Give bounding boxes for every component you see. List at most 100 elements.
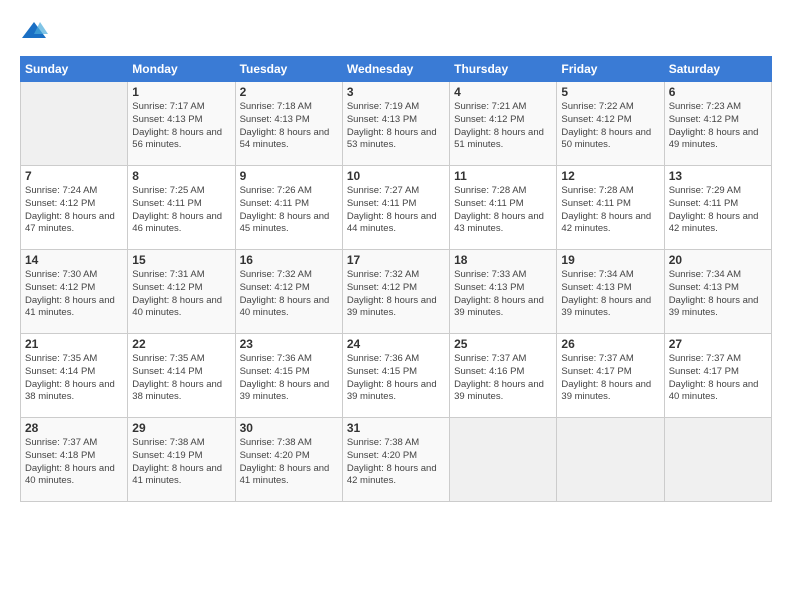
day-info: Sunrise: 7:18 AMSunset: 4:13 PMDaylight:… [240,101,338,152]
day-cell: 28 Sunrise: 7:37 AMSunset: 4:18 PMDayligh… [21,418,128,502]
day-cell: 3 Sunrise: 7:19 AMSunset: 4:13 PMDaylight… [342,82,449,166]
day-cell: 24Sunrise: 7:36 AMSunset: 4:15 PMDayligh… [342,334,449,418]
day-info: Sunrise: 7:25 AMSunset: 4:11 PMDaylight:… [132,185,230,236]
day-cell: 10 Sunrise: 7:27 AMSunset: 4:11 PMDayligh… [342,166,449,250]
day-info: Sunrise: 7:28 AMSunset: 4:11 PMDaylight:… [454,185,552,236]
day-number: 16 [240,253,338,267]
weekday-header-sunday: Sunday [21,57,128,82]
day-cell: 18 Sunrise: 7:33 AMSunset: 4:13 PMDayligh… [450,250,557,334]
day-number: 19 [561,253,659,267]
weekday-header-saturday: Saturday [664,57,771,82]
day-number: 8 [132,169,230,183]
day-info: Sunrise: 7:36 AMSunset: 4:15 PMDaylight:… [347,353,445,404]
day-info: Sunrise: 7:37 AMSunset: 4:17 PMDaylight:… [561,353,659,404]
week-row-4: 21 Sunrise: 7:35 AMSunset: 4:14 PMDayligh… [21,334,772,418]
day-info: Sunrise: 7:21 AMSunset: 4:12 PMDaylight:… [454,101,552,152]
day-number: 10 [347,169,445,183]
day-cell: 14 Sunrise: 7:30 AMSunset: 4:12 PMDayligh… [21,250,128,334]
day-info: Sunrise: 7:23 AMSunset: 4:12 PMDaylight:… [669,101,767,152]
day-number: 3 [347,85,445,99]
day-cell: 4 Sunrise: 7:21 AMSunset: 4:12 PMDaylight… [450,82,557,166]
day-number: 22 [132,337,230,351]
weekday-header-monday: Monday [128,57,235,82]
day-info: Sunrise: 7:38 AMSunset: 4:20 PMDaylight:… [347,437,445,488]
weekday-header-wednesday: Wednesday [342,57,449,82]
day-cell [557,418,664,502]
day-cell: 7Sunrise: 7:24 AMSunset: 4:12 PMDaylight… [21,166,128,250]
week-row-3: 14 Sunrise: 7:30 AMSunset: 4:12 PMDayligh… [21,250,772,334]
day-cell [450,418,557,502]
weekday-header-tuesday: Tuesday [235,57,342,82]
day-cell: 12 Sunrise: 7:28 AMSunset: 4:11 PMDayligh… [557,166,664,250]
day-cell [21,82,128,166]
day-cell: 27 Sunrise: 7:37 AMSunset: 4:17 PMDayligh… [664,334,771,418]
day-cell: 20Sunrise: 7:34 AMSunset: 4:13 PMDayligh… [664,250,771,334]
day-info: Sunrise: 7:27 AMSunset: 4:11 PMDaylight:… [347,185,445,236]
day-number: 26 [561,337,659,351]
day-number: 27 [669,337,767,351]
day-number: 31 [347,421,445,435]
day-number: 25 [454,337,552,351]
day-info: Sunrise: 7:31 AMSunset: 4:12 PMDaylight:… [132,269,230,320]
day-cell: 22 Sunrise: 7:35 AMSunset: 4:14 PMDayligh… [128,334,235,418]
day-cell: 15 Sunrise: 7:31 AMSunset: 4:12 PMDayligh… [128,250,235,334]
day-number: 6 [669,85,767,99]
day-info: Sunrise: 7:24 AMSunset: 4:12 PMDaylight:… [25,185,123,236]
day-cell: 2 Sunrise: 7:18 AMSunset: 4:13 PMDaylight… [235,82,342,166]
day-number: 5 [561,85,659,99]
day-info: Sunrise: 7:32 AMSunset: 4:12 PMDaylight:… [240,269,338,320]
logo-icon [20,18,48,46]
day-info: Sunrise: 7:37 AMSunset: 4:17 PMDaylight:… [669,353,767,404]
day-info: Sunrise: 7:33 AMSunset: 4:13 PMDaylight:… [454,269,552,320]
day-cell: 25Sunrise: 7:37 AMSunset: 4:16 PMDayligh… [450,334,557,418]
day-number: 12 [561,169,659,183]
day-info: Sunrise: 7:35 AMSunset: 4:14 PMDaylight:… [132,353,230,404]
day-cell: 19 Sunrise: 7:34 AMSunset: 4:13 PMDayligh… [557,250,664,334]
day-number: 2 [240,85,338,99]
week-row-1: 1Sunrise: 7:17 AMSunset: 4:13 PMDaylight… [21,82,772,166]
week-row-5: 28 Sunrise: 7:37 AMSunset: 4:18 PMDayligh… [21,418,772,502]
calendar-body: 1Sunrise: 7:17 AMSunset: 4:13 PMDaylight… [21,82,772,502]
day-info: Sunrise: 7:32 AMSunset: 4:12 PMDaylight:… [347,269,445,320]
day-number: 14 [25,253,123,267]
day-info: Sunrise: 7:36 AMSunset: 4:15 PMDaylight:… [240,353,338,404]
day-info: Sunrise: 7:35 AMSunset: 4:14 PMDaylight:… [25,353,123,404]
day-number: 21 [25,337,123,351]
day-info: Sunrise: 7:22 AMSunset: 4:12 PMDaylight:… [561,101,659,152]
day-cell: 29Sunrise: 7:38 AMSunset: 4:19 PMDayligh… [128,418,235,502]
day-info: Sunrise: 7:34 AMSunset: 4:13 PMDaylight:… [561,269,659,320]
day-cell: 6 Sunrise: 7:23 AMSunset: 4:12 PMDaylight… [664,82,771,166]
day-info: Sunrise: 7:34 AMSunset: 4:13 PMDaylight:… [669,269,767,320]
day-cell: 5 Sunrise: 7:22 AMSunset: 4:12 PMDaylight… [557,82,664,166]
day-cell: 31 Sunrise: 7:38 AMSunset: 4:20 PMDayligh… [342,418,449,502]
weekday-header-friday: Friday [557,57,664,82]
day-info: Sunrise: 7:29 AMSunset: 4:11 PMDaylight:… [669,185,767,236]
day-number: 29 [132,421,230,435]
day-info: Sunrise: 7:38 AMSunset: 4:20 PMDaylight:… [240,437,338,488]
day-cell: 13 Sunrise: 7:29 AMSunset: 4:11 PMDayligh… [664,166,771,250]
day-cell [664,418,771,502]
day-number: 28 [25,421,123,435]
day-number: 13 [669,169,767,183]
calendar-header: SundayMondayTuesdayWednesdayThursdayFrid… [21,57,772,82]
day-number: 15 [132,253,230,267]
day-info: Sunrise: 7:19 AMSunset: 4:13 PMDaylight:… [347,101,445,152]
day-cell: 9Sunrise: 7:26 AMSunset: 4:11 PMDaylight… [235,166,342,250]
day-cell: 21 Sunrise: 7:35 AMSunset: 4:14 PMDayligh… [21,334,128,418]
day-cell: 16 Sunrise: 7:32 AMSunset: 4:12 PMDayligh… [235,250,342,334]
day-cell: 30Sunrise: 7:38 AMSunset: 4:20 PMDayligh… [235,418,342,502]
day-number: 23 [240,337,338,351]
calendar-table: SundayMondayTuesdayWednesdayThursdayFrid… [20,56,772,502]
day-info: Sunrise: 7:28 AMSunset: 4:11 PMDaylight:… [561,185,659,236]
day-cell: 8 Sunrise: 7:25 AMSunset: 4:11 PMDaylight… [128,166,235,250]
day-cell: 1Sunrise: 7:17 AMSunset: 4:13 PMDaylight… [128,82,235,166]
day-number: 18 [454,253,552,267]
day-info: Sunrise: 7:30 AMSunset: 4:12 PMDaylight:… [25,269,123,320]
day-number: 9 [240,169,338,183]
day-info: Sunrise: 7:37 AMSunset: 4:18 PMDaylight:… [25,437,123,488]
day-number: 11 [454,169,552,183]
day-number: 4 [454,85,552,99]
weekday-header-thursday: Thursday [450,57,557,82]
calendar-page: SundayMondayTuesdayWednesdayThursdayFrid… [0,0,792,612]
day-cell: 11 Sunrise: 7:28 AMSunset: 4:11 PMDayligh… [450,166,557,250]
